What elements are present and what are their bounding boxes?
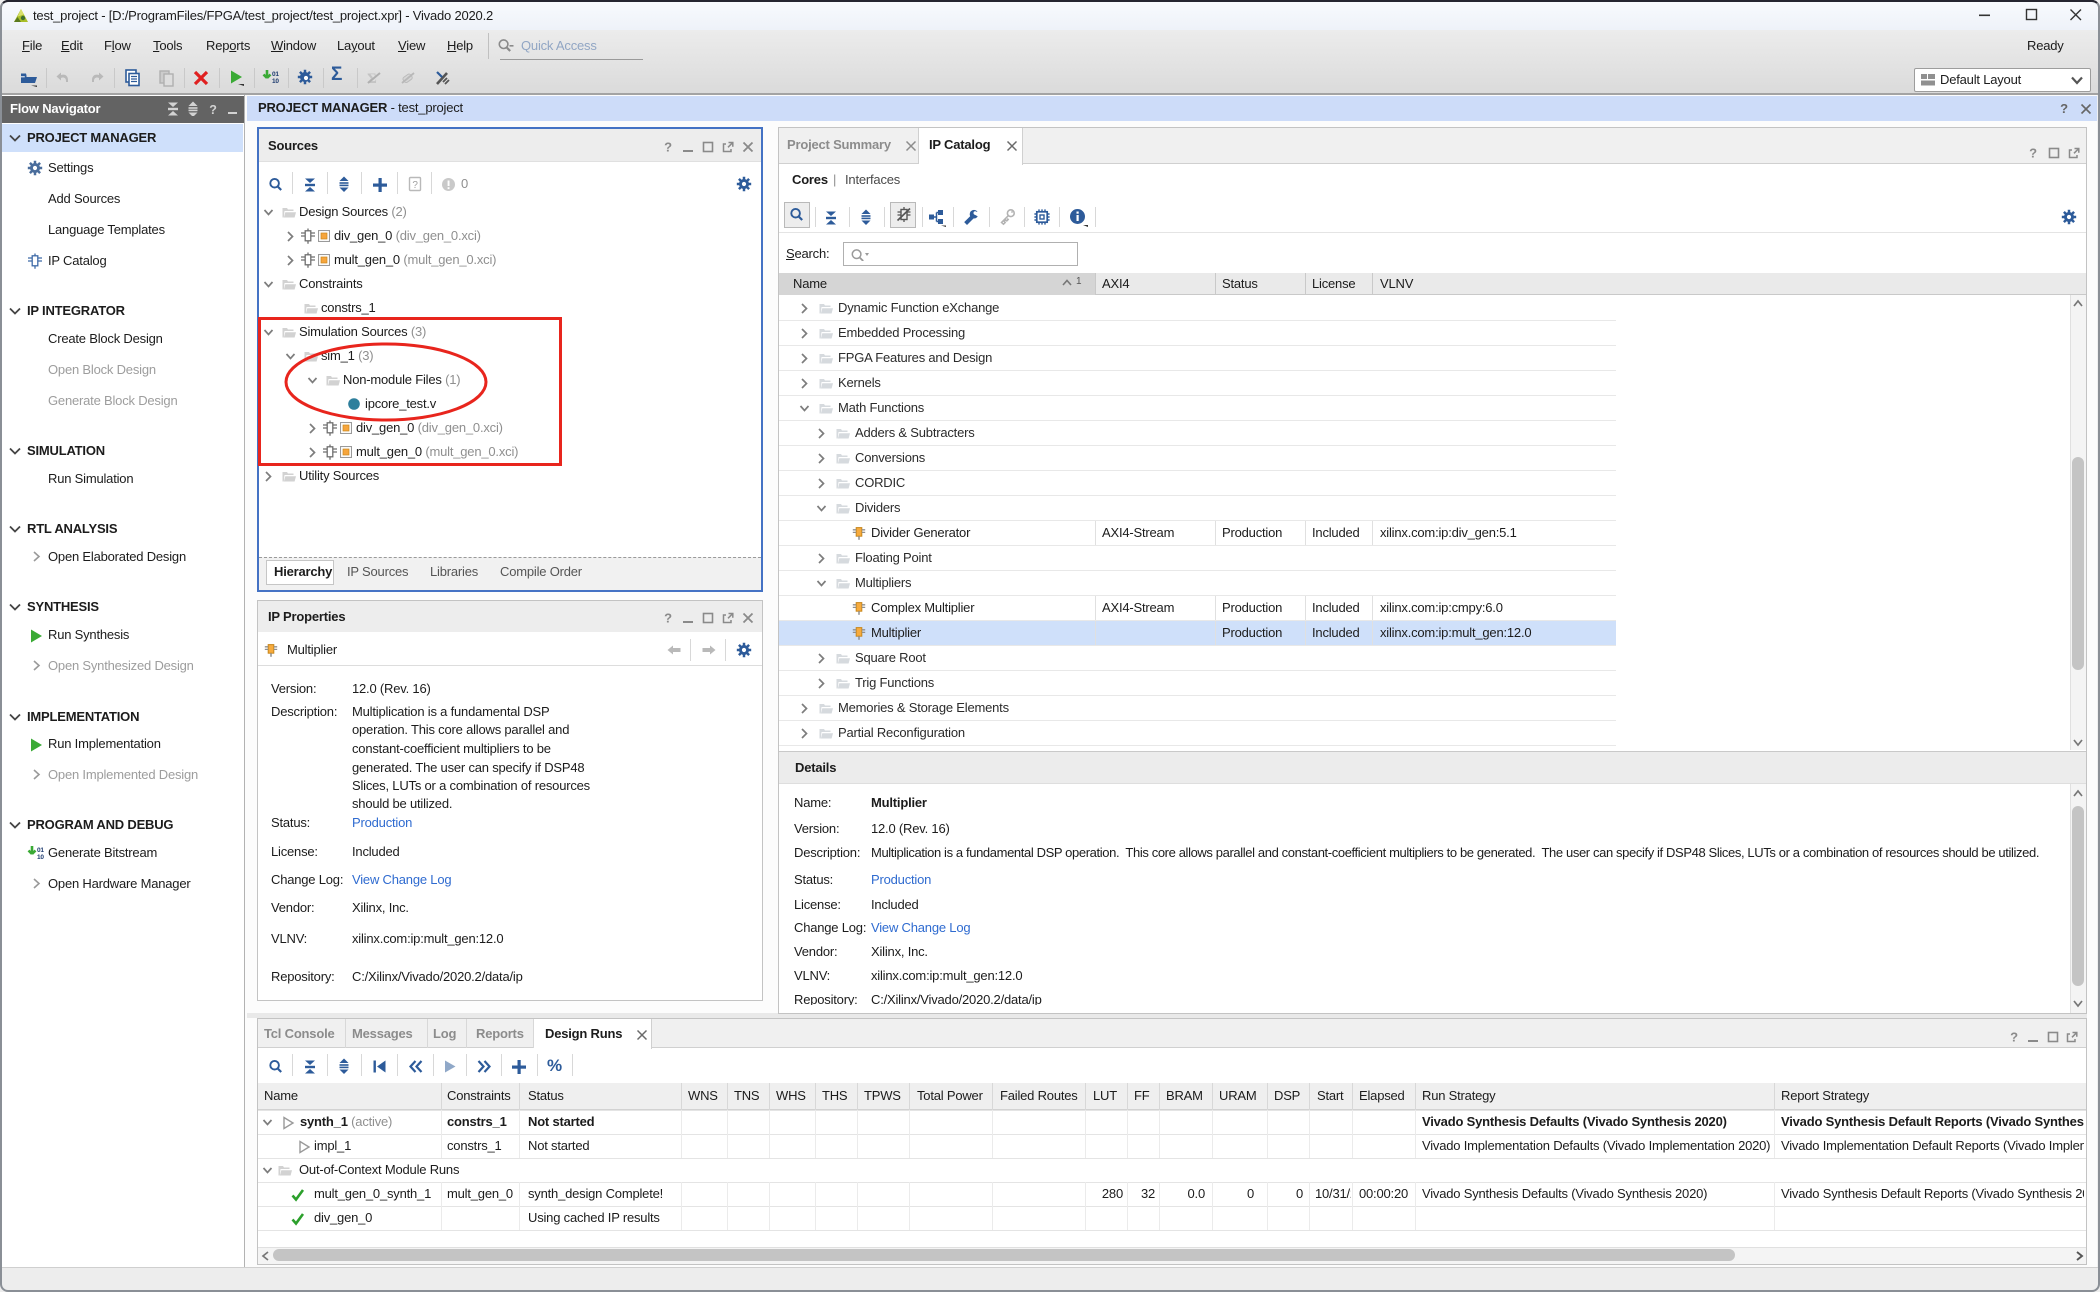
svg-text:?: ?	[2029, 146, 2037, 160]
svg-text:01: 01	[37, 847, 44, 854]
svg-text:?: ?	[412, 180, 418, 191]
svg-text:?: ?	[664, 611, 672, 625]
svg-text:?: ?	[2010, 1030, 2018, 1044]
svg-text:?: ?	[664, 140, 672, 154]
svg-text:?: ?	[2060, 101, 2068, 115]
svg-text:01: 01	[272, 71, 279, 78]
svg-text:10: 10	[272, 78, 279, 85]
svg-text:10: 10	[37, 854, 44, 861]
svg-text:?: ?	[209, 103, 216, 116]
